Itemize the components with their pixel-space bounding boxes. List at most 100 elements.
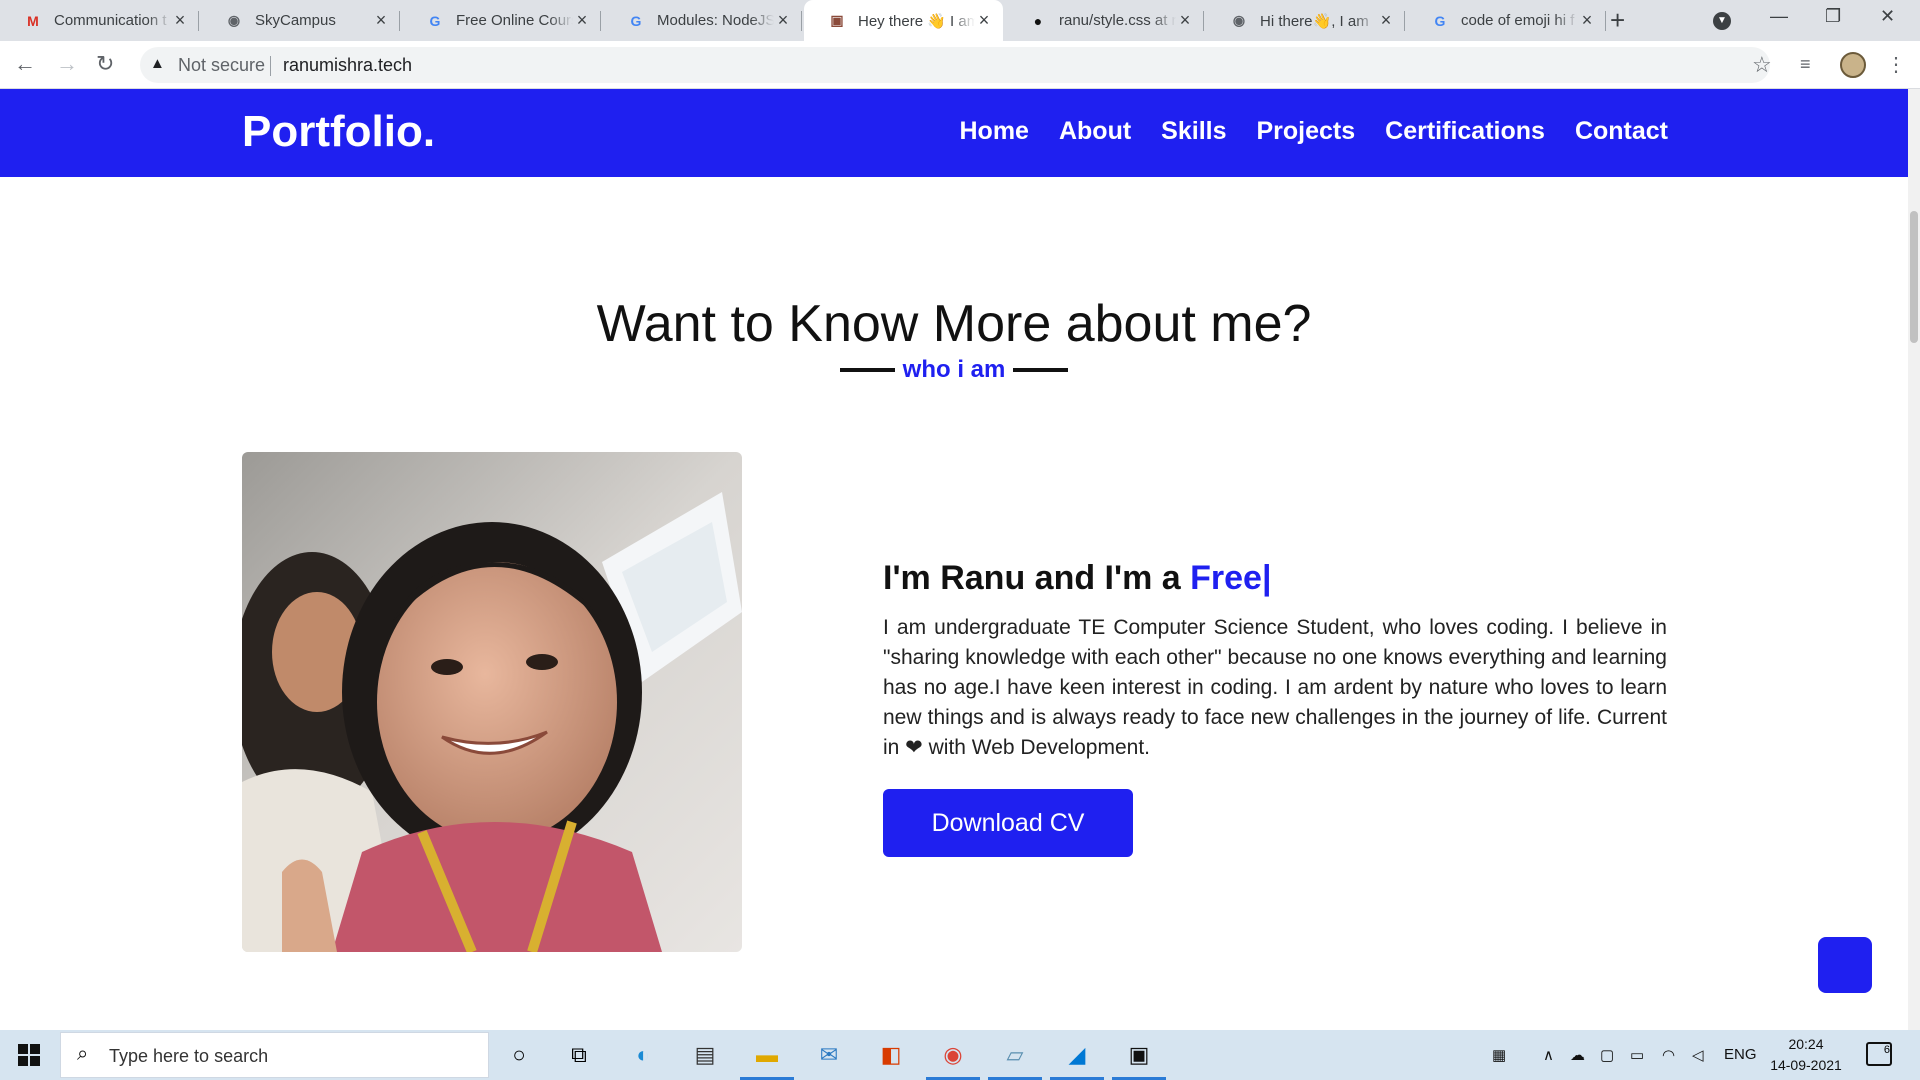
new-tab-button[interactable]: +	[1610, 5, 1625, 36]
mail-icon[interactable]: ✉	[812, 1038, 846, 1072]
tab-title: code of emoji hi f	[1461, 12, 1575, 29]
nav-link-skills[interactable]: Skills	[1161, 117, 1226, 146]
onedrive-icon[interactable]: ☁	[1570, 1046, 1585, 1064]
warning-icon[interactable]: ▲	[150, 55, 165, 72]
tab-title: Communication t	[54, 12, 167, 29]
site-brand[interactable]: Portfolio.	[242, 107, 435, 157]
reading-list-icon[interactable]: ≡	[1800, 54, 1811, 75]
task-view-icon[interactable]: ⧉	[562, 1038, 596, 1072]
chrome-icon[interactable]: ◉	[936, 1038, 970, 1072]
download-cv-button[interactable]: Download CV	[883, 789, 1133, 857]
notification-center-icon[interactable]: 6	[1866, 1042, 1892, 1066]
search-icon: ⌕	[77, 1043, 89, 1065]
forward-icon[interactable]: →	[56, 51, 78, 77]
scrollbar-thumb[interactable]	[1910, 211, 1918, 343]
tab-close-icon[interactable]: ×	[774, 10, 792, 31]
reload-icon[interactable]: ↻	[96, 51, 114, 77]
clock[interactable]: 20:24 14-09-2021	[1766, 1034, 1846, 1076]
file-explorer-icon[interactable]: ▬	[750, 1038, 784, 1072]
bookmark-star-icon[interactable]: ☆	[1752, 52, 1772, 78]
language-indicator[interactable]: ENG	[1724, 1046, 1757, 1063]
cortana-icon[interactable]: ○	[502, 1038, 536, 1072]
web-page: Portfolio. Home About Skills Projects Certif…	[0, 89, 1908, 1030]
avatar-favicon-icon: ▣	[830, 12, 844, 28]
url-text[interactable]: ranumishra.tech	[283, 55, 412, 76]
office-icon[interactable]: ◧	[874, 1038, 908, 1072]
tab-separator	[1203, 11, 1204, 31]
menu-kebab-icon[interactable]: ⋮	[1886, 52, 1906, 77]
clock-time: 20:24	[1788, 1036, 1824, 1052]
browser-tab[interactable]: ▣ Hey there 👋 I am ×	[804, 0, 1003, 41]
tab-title: Hey there 👋 I am	[858, 12, 975, 30]
browser-tab[interactable]: ◉ SkyCampus ×	[201, 0, 400, 41]
tab-title: Hi there👋, I am	[1260, 12, 1369, 30]
clock-date: 14-09-2021	[1770, 1057, 1842, 1073]
google-icon: G	[429, 12, 441, 29]
windows-start-icon[interactable]	[18, 1044, 40, 1066]
store-icon[interactable]: ▤	[688, 1038, 722, 1072]
device-icon[interactable]: ▢	[1600, 1046, 1614, 1064]
tab-separator	[1404, 11, 1405, 31]
globe-icon: ◉	[227, 12, 241, 28]
github-icon: ●	[1033, 12, 1043, 29]
windows-taskbar: ⌕ Type here to search ○ ⧉ ◐ ▤ ▬ ✉ ◧ ◉ ▱ …	[0, 1030, 1920, 1080]
tab-title: Free Online Cours	[456, 12, 573, 29]
omnibox-separator	[270, 56, 271, 76]
intro-heading: I'm Ranu and I'm a Free|	[883, 559, 1271, 598]
subtitle-right-line	[1013, 368, 1069, 372]
notepad-icon[interactable]: ▱	[998, 1038, 1032, 1072]
bio-paragraph: I am undergraduate TE Computer Science S…	[883, 616, 1667, 759]
nav-link-projects[interactable]: Projects	[1257, 117, 1356, 146]
security-label[interactable]: Not secure	[178, 55, 265, 76]
browser-tab[interactable]: G Modules: NodeJS ×	[603, 0, 802, 41]
browser-tab[interactable]: ● ranu/style.css at r ×	[1005, 0, 1204, 41]
tab-close-icon[interactable]: ×	[1578, 10, 1596, 31]
taskbar-search-box[interactable]: ⌕ Type here to search	[60, 1032, 489, 1078]
wifi-icon[interactable]: ◠	[1662, 1046, 1675, 1064]
edge-icon[interactable]: ◐	[626, 1038, 660, 1072]
keyboard-icon[interactable]: ▦	[1492, 1046, 1506, 1064]
tab-close-icon[interactable]: ×	[171, 10, 189, 31]
battery-icon[interactable]: ▭	[1630, 1046, 1644, 1064]
tab-separator	[801, 11, 802, 31]
nav-link-certifications[interactable]: Certifications	[1385, 117, 1545, 146]
globe-icon: ◉	[1232, 12, 1246, 28]
tab-separator	[1605, 11, 1606, 31]
tab-search-icon[interactable]: ▼	[1713, 12, 1731, 30]
tab-separator	[600, 11, 601, 31]
tab-title: SkyCampus	[255, 12, 336, 29]
nav-link-home[interactable]: Home	[960, 117, 1029, 146]
browser-tab[interactable]: M Communication t ×	[0, 0, 199, 41]
site-nav-menu: Home About Skills Projects Certifications Con…	[960, 117, 1669, 146]
tab-close-icon[interactable]: ×	[372, 10, 390, 31]
minimize-icon[interactable]: —	[1770, 6, 1788, 27]
tab-close-icon[interactable]: ×	[975, 10, 993, 31]
tab-close-icon[interactable]: ×	[573, 10, 591, 31]
section-subtitle: who i am	[0, 356, 1908, 384]
page-scrollbar[interactable]	[1908, 89, 1920, 1030]
back-icon[interactable]: ←	[14, 51, 36, 77]
nav-link-contact[interactable]: Contact	[1575, 117, 1668, 146]
tab-title: Modules: NodeJS	[657, 12, 774, 29]
scroll-to-top-button[interactable]	[1818, 937, 1872, 993]
browser-tab[interactable]: Gcode of emoji hi f ×	[1407, 0, 1606, 41]
restore-icon[interactable]: ❐	[1825, 6, 1841, 27]
site-navbar: Portfolio. Home About Skills Projects Certif…	[0, 89, 1908, 177]
profile-avatar[interactable]	[1840, 52, 1866, 78]
subtitle-text: who i am	[902, 356, 1006, 383]
notification-count: 6	[1883, 1044, 1890, 1056]
tab-close-icon[interactable]: ×	[1176, 10, 1194, 31]
show-hidden-icons[interactable]: ∧	[1543, 1046, 1554, 1064]
browser-tab[interactable]: G Free Online Cours ×	[402, 0, 601, 41]
subtitle-left-line	[839, 368, 895, 372]
browser-tab[interactable]: ◉ Hi there👋, I am ×	[1206, 0, 1405, 41]
vscode-icon[interactable]: ◢	[1060, 1038, 1094, 1072]
google-icon: G	[630, 12, 642, 29]
terminal-icon[interactable]: ▣	[1122, 1038, 1156, 1072]
volume-icon[interactable]: ◁	[1692, 1046, 1704, 1064]
tab-close-icon[interactable]: ×	[1377, 10, 1395, 31]
google-icon: G	[1434, 12, 1446, 29]
nav-link-about[interactable]: About	[1059, 117, 1131, 146]
browser-tab-strip: M Communication t × ◉ SkyCampus × G Free Online…	[0, 0, 1920, 41]
close-window-icon[interactable]: ✕	[1880, 6, 1895, 27]
